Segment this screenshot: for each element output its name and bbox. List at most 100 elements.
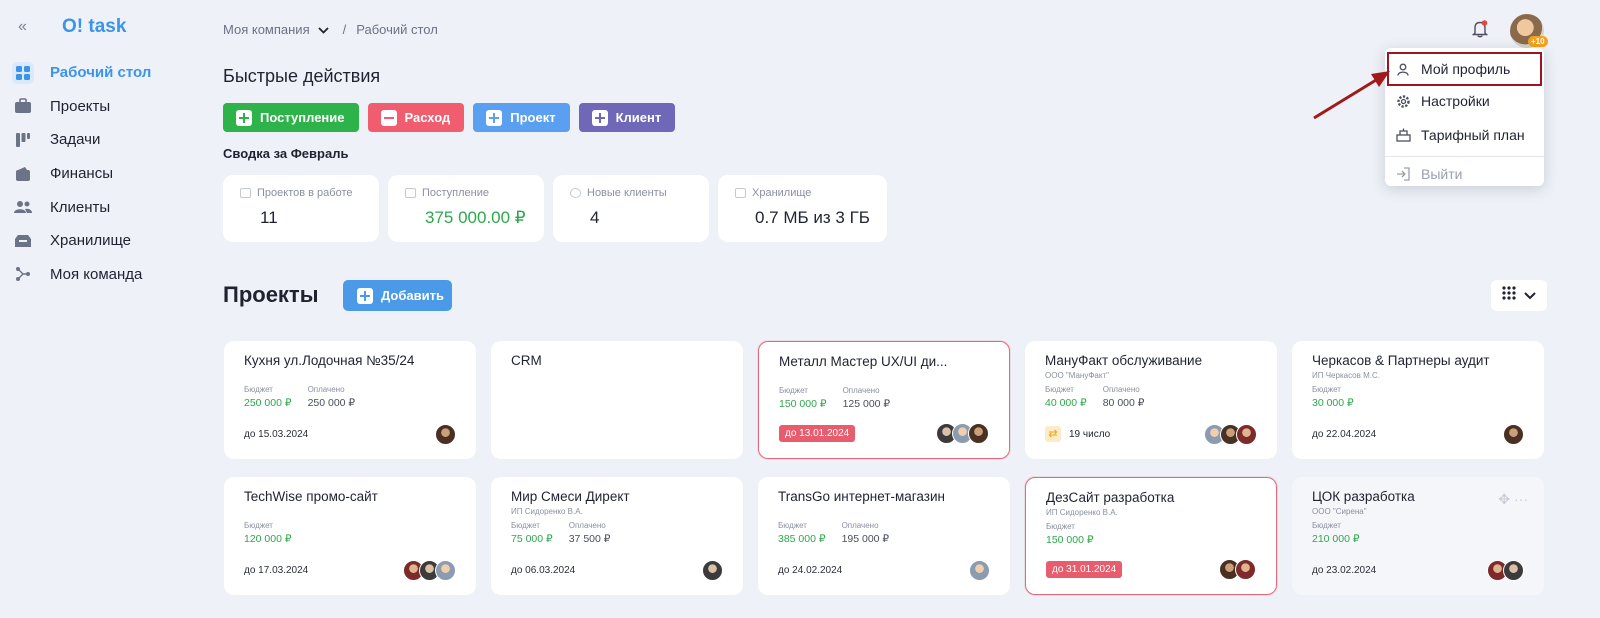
project-title: ДезСайт разработка <box>1046 490 1175 505</box>
project-card[interactable]: Кухня ул.Лодочная №35/24 Бюджет 250 000 ₽ О… <box>224 341 476 459</box>
sidebar-item-storage[interactable]: Хранилище <box>12 224 188 258</box>
project-card[interactable]: ДезСайт разработка ИП Сидоренко В.А. Бюдже… <box>1025 477 1277 595</box>
budget-block: Бюджет 75 000 ₽ <box>511 521 553 545</box>
breadcrumb: Моя компания / Рабочий стол <box>223 22 438 37</box>
project-card[interactable]: МануФакт обслуживание ООО "МануФакт" Бюдже… <box>1025 341 1277 459</box>
deadline-badge: до 22.04.2024 <box>1312 428 1377 440</box>
avatar[interactable] <box>969 559 990 581</box>
assignee-avatars <box>1204 423 1257 445</box>
summary-title: Сводка за Февраль <box>223 146 349 161</box>
project-card[interactable]: TransGo интернет-магазин Бюджет 385 000 ₽ О… <box>758 477 1010 595</box>
project-finance: Бюджет 75 000 ₽ Оплачено 37 500 ₽ <box>511 521 723 545</box>
project-card[interactable]: ЦОК разработка ООО "Сирена" Бюджет 210 000 … <box>1292 477 1544 595</box>
budget-label: Бюджет <box>244 385 273 394</box>
deadline-badge: до 23.02.2024 <box>1312 564 1377 576</box>
app-logo[interactable]: O! task <box>62 16 126 38</box>
breadcrumb-company[interactable]: Моя компания <box>223 22 310 37</box>
storage-icon <box>12 230 34 252</box>
avatar[interactable] <box>968 422 989 444</box>
add-project-button[interactable]: Проект <box>473 103 570 132</box>
menu-item-logout[interactable]: Выйти <box>1385 156 1544 190</box>
sidebar-item-dashboard[interactable]: Рабочий стол <box>12 56 188 90</box>
add-income-button[interactable]: Поступление <box>223 103 359 132</box>
add-client-button[interactable]: Клиент <box>578 103 676 132</box>
stat-label: Хранилище <box>752 187 812 199</box>
budget-label: Бюджет <box>778 521 807 530</box>
project-client: ООО "МануФакт" <box>1045 371 1109 380</box>
budget-block: Бюджет 150 000 ₽ <box>1046 522 1094 546</box>
project-card[interactable]: CRM <box>491 341 743 459</box>
project-card[interactable]: Мир Смеси Директ ИП Сидоренко В.А. Бюджет 7… <box>491 477 743 595</box>
plan-icon <box>1395 127 1411 143</box>
sidebar: « O! task Рабочий стол Проекты Задачи Фи… <box>0 0 190 618</box>
project-card[interactable]: TechWise промо-сайт Бюджет 120 000 ₽ до 17.… <box>224 477 476 595</box>
project-client <box>779 372 989 382</box>
sidebar-item-projects[interactable]: Проекты <box>12 90 188 124</box>
assignee-avatars <box>403 559 456 581</box>
collapse-sidebar-icon[interactable]: « <box>18 18 27 36</box>
sidebar-item-clients[interactable]: Клиенты <box>12 190 188 224</box>
budget-block: Бюджет 30 000 ₽ <box>1312 385 1354 409</box>
paid-value: 80 000 ₽ <box>1102 397 1145 409</box>
profile-menu: Мой профиль Настройки Тарифный план Выйт… <box>1385 48 1544 186</box>
card-footer: до 22.04.2024 <box>1312 423 1524 445</box>
recurring-day: 19 число <box>1069 428 1111 440</box>
project-title: МануФакт обслуживание <box>1045 353 1203 368</box>
avatar[interactable] <box>1503 423 1524 445</box>
project-card[interactable]: Черкасов & Партнеры аудит ИП Черкасов М.С… <box>1292 341 1544 459</box>
chevron-down-icon[interactable] <box>317 23 329 37</box>
budget-block: Бюджет 120 000 ₽ <box>244 521 292 545</box>
paid-label: Оплачено <box>1102 385 1140 394</box>
sidebar-item-label: Моя команда <box>50 265 143 283</box>
assignee-avatars <box>702 559 723 581</box>
project-client <box>244 371 456 381</box>
card-footer: до 23.02.2024 <box>1312 559 1524 581</box>
summary-stats: Проектов в работе 11 Поступление 375 000… <box>223 175 887 242</box>
button-label: Проект <box>510 110 556 125</box>
paid-value: 195 000 ₽ <box>841 533 890 545</box>
budget-label: Бюджет <box>244 521 273 530</box>
assignee-avatars <box>1219 558 1256 580</box>
avatar[interactable] <box>1236 423 1257 445</box>
menu-item-settings[interactable]: Настройки <box>1385 84 1544 118</box>
budget-label: Бюджет <box>511 521 540 530</box>
project-finance: Бюджет 250 000 ₽ Оплачено 250 000 ₽ <box>244 385 456 409</box>
avatar[interactable] <box>702 559 723 581</box>
budget-value: 30 000 ₽ <box>1312 397 1354 409</box>
sidebar-item-tasks[interactable]: Задачи <box>12 123 188 157</box>
add-expense-button[interactable]: Расход <box>367 103 465 132</box>
paid-block: Оплачено 80 000 ₽ <box>1103 385 1145 409</box>
project-client <box>244 507 456 517</box>
avatar[interactable] <box>435 559 456 581</box>
budget-label: Бюджет <box>1046 522 1075 531</box>
avatar[interactable] <box>1503 559 1524 581</box>
budget-value: 120 000 ₽ <box>244 533 292 545</box>
avatar[interactable] <box>1235 558 1256 580</box>
plus-icon <box>236 109 252 126</box>
assignee-avatars <box>969 559 990 581</box>
button-label: Расход <box>404 110 451 125</box>
bell-icon[interactable] <box>1471 20 1489 38</box>
menu-item-my-profile[interactable]: Мой профиль <box>1387 52 1542 86</box>
sidebar-item-finance[interactable]: Финансы <box>12 157 188 191</box>
budget-block: Бюджет 40 000 ₽ <box>1045 385 1087 409</box>
menu-item-plan[interactable]: Тарифный план <box>1385 118 1544 152</box>
card-footer: ⇄ 19 число <box>1045 423 1257 445</box>
stat-storage: Хранилище 0.7 МБ из 3 ГБ <box>718 175 887 242</box>
budget-label: Бюджет <box>1312 521 1341 530</box>
card-tools-icon[interactable]: ✥ ··· <box>1498 491 1528 508</box>
project-title: TechWise промо-сайт <box>244 489 378 504</box>
money-icon <box>405 188 416 198</box>
quick-actions: Поступление Расход Проект Клиент <box>223 103 676 132</box>
projects-title: Проекты <box>223 282 319 307</box>
card-footer: до 31.01.2024 <box>1046 558 1256 580</box>
view-mode-toggle[interactable] <box>1491 280 1547 311</box>
sidebar-item-label: Проекты <box>50 97 111 115</box>
avatar[interactable] <box>435 423 456 445</box>
bag-icon <box>240 188 251 198</box>
sidebar-item-team[interactable]: Моя команда <box>12 258 188 292</box>
paid-block: Оплачено 250 000 ₽ <box>308 385 356 409</box>
project-card[interactable]: Металл Мастер UX/UI ди... Бюджет 150 000 ₽… <box>758 341 1010 459</box>
assignee-avatars <box>936 422 989 444</box>
add-project-button[interactable]: Добавить <box>343 280 452 311</box>
